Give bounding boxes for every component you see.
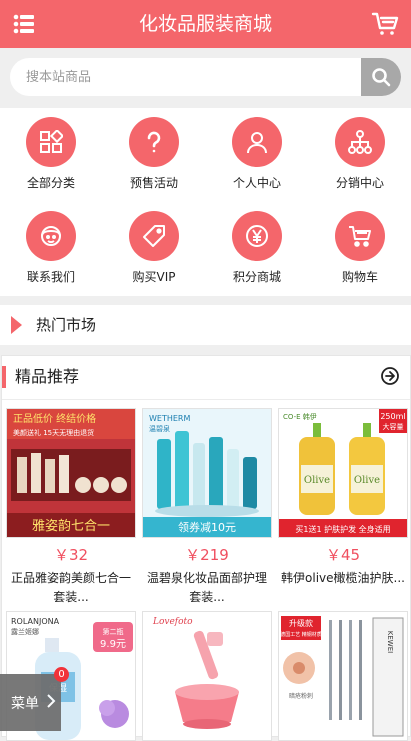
image-caption: 雅姿韵七合一 (32, 518, 110, 534)
image-caption: 250ml (380, 412, 405, 421)
nav-label: 个人中心 (232, 176, 281, 190)
product-card[interactable]: 升级款 德国工艺 精钢材质 暗疮粉刺 KEWEI (278, 611, 408, 741)
image-caption: 大容量 (383, 422, 404, 431)
product-name-line: 韩伊olive橄榄油护肤... (281, 571, 405, 585)
network-icon (348, 130, 372, 154)
menu-label: 菜单 (11, 696, 39, 712)
product-image: CO-E 韩伊 250ml 大容量 Olive Olive 买1送1 护肤护发 … (278, 408, 408, 538)
divider (2, 399, 410, 400)
tag-icon (143, 225, 165, 247)
section-title: 精品推荐 (15, 367, 80, 386)
image-caption: 升级款 (289, 618, 313, 628)
image-caption: Olive (304, 475, 330, 486)
nav-label: 购买VIP (132, 270, 176, 284)
image-caption: 温碧泉 (149, 424, 170, 433)
nav-label: 预售活动 (129, 176, 178, 190)
search-bar (0, 48, 411, 108)
image-caption: Lovefoto (152, 617, 193, 627)
image-caption: 9.9元 (100, 639, 126, 650)
product-price: ￥32 (53, 546, 89, 564)
product-name: 正品雅姿韵美颜七合一 套装... (6, 569, 136, 607)
nav-item-personal-center[interactable]: 个人中心 (206, 108, 308, 202)
nav-item-all-categories[interactable]: 全部分类 (0, 108, 102, 202)
product-card[interactable]: 正品低价 终结价格 美颜送礼 15天无理由退货 雅姿韵七合一 ￥32 正品雅姿韵… (6, 408, 136, 607)
cart-icon (349, 226, 371, 247)
nav-item-contact-us[interactable]: 联系我们 (0, 202, 102, 296)
nav-item-shopping-cart[interactable]: 购物车 (309, 202, 411, 296)
yen-icon (246, 225, 268, 247)
nav-item-presale[interactable]: 预售活动 (103, 108, 205, 202)
nav-label: 购物车 (341, 270, 378, 284)
customer-service-icon (41, 226, 61, 246)
product-card[interactable]: WETHERM 温碧泉 领券减10元 ￥219 温碧泉化妆品面部护理 套装... (142, 408, 272, 607)
product-image: Lovefoto (142, 611, 272, 741)
cart-icon[interactable] (371, 11, 399, 37)
search-button[interactable] (361, 58, 401, 96)
image-caption: 领券减10元 (178, 520, 236, 534)
section-marker (2, 366, 6, 388)
product-price: ￥45 (325, 546, 361, 564)
flag-icon (11, 316, 22, 334)
nav-label: 全部分类 (26, 176, 75, 190)
user-icon (247, 132, 267, 154)
image-caption: 德国工艺 精钢材质 (280, 631, 322, 638)
nav-label: 分销中心 (335, 176, 384, 190)
product-name-line: 温碧泉化妆品面部护理 (146, 571, 267, 585)
section-title: 热门市场 (36, 316, 97, 334)
nav-item-distribution[interactable]: 分销中心 (309, 108, 411, 202)
image-caption: CO-E 韩伊 (283, 412, 317, 421)
product-price: ￥219 (185, 546, 229, 564)
image-caption: 正品低价 终结价格 (13, 412, 96, 425)
nav-item-points-mall[interactable]: 积分商城 (206, 202, 308, 296)
search-icon (372, 68, 391, 87)
image-caption: 第二瓶 (103, 627, 124, 636)
nav-label: 联系我们 (26, 270, 75, 284)
image-caption: ROLANJONA (11, 617, 60, 626)
product-image: 正品低价 终结价格 美颜送礼 15天无理由退货 雅姿韵七合一 (6, 408, 136, 538)
product-card[interactable]: CO-E 韩伊 250ml 大容量 Olive Olive 买1送1 护肤护发 … (278, 408, 408, 588)
search-box (10, 58, 401, 96)
product-image: WETHERM 温碧泉 领券减10元 (142, 408, 272, 538)
nav-item-buy-vip[interactable]: 购买VIP (103, 202, 205, 296)
image-caption: 暗疮粉刺 (289, 692, 313, 700)
image-caption: 露兰姬娜 (11, 627, 39, 636)
nav-label: 积分商城 (232, 270, 281, 284)
product-name: 温碧泉化妆品面部护理 套装... (142, 569, 272, 607)
hot-market-section[interactable]: 热门市场 (0, 305, 411, 345)
product-name-line: 套装... (53, 590, 89, 604)
product-image: 升级款 德国工艺 精钢材质 暗疮粉刺 KEWEI (278, 611, 408, 741)
image-caption: WETHERM (149, 414, 190, 423)
floating-menu-button[interactable]: 菜单 (0, 674, 61, 731)
top-bar: 化妆品服装商城 (0, 0, 411, 48)
chevron-right-icon (47, 694, 56, 712)
image-caption: 美颜送礼 15天无理由退货 (13, 428, 94, 437)
cart-count-badge: 0 (54, 667, 69, 682)
product-card[interactable]: Lovefoto (142, 611, 272, 741)
image-caption: KEWEI (386, 631, 394, 653)
page-title: 化妆品服装商城 (138, 13, 272, 35)
product-name: 韩伊olive橄榄油护肤... (278, 569, 408, 588)
arrow-right-circle-icon[interactable] (380, 366, 400, 386)
image-caption: Olive (354, 475, 380, 486)
product-name-line: 正品雅姿韵美颜七合一 (10, 571, 131, 585)
image-caption: 买1送1 护肤护发 全身适用 (295, 524, 390, 534)
search-input[interactable] (10, 58, 350, 96)
question-icon (147, 131, 161, 153)
grid-icon (40, 130, 63, 153)
quick-nav: 全部分类 预售活动 个人中心 分销中心 联系我们 购买VIP 积分商城 购物车 (0, 108, 411, 296)
product-name-line: 套装... (189, 590, 225, 604)
